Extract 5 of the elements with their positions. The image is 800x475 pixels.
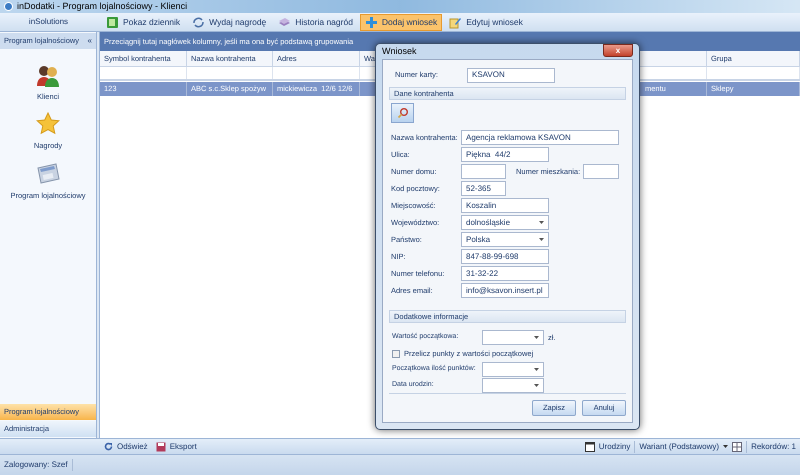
window-title: inDodatki - Program lojalnościowy - Klienci (17, 2, 188, 11)
record-count: Rekordów: 1 (746, 440, 800, 452)
status-text: Zalogowany: Szef (0, 459, 73, 471)
brand-label: inSolutions (28, 16, 70, 28)
dialog-title: Wniosek (382, 44, 417, 58)
